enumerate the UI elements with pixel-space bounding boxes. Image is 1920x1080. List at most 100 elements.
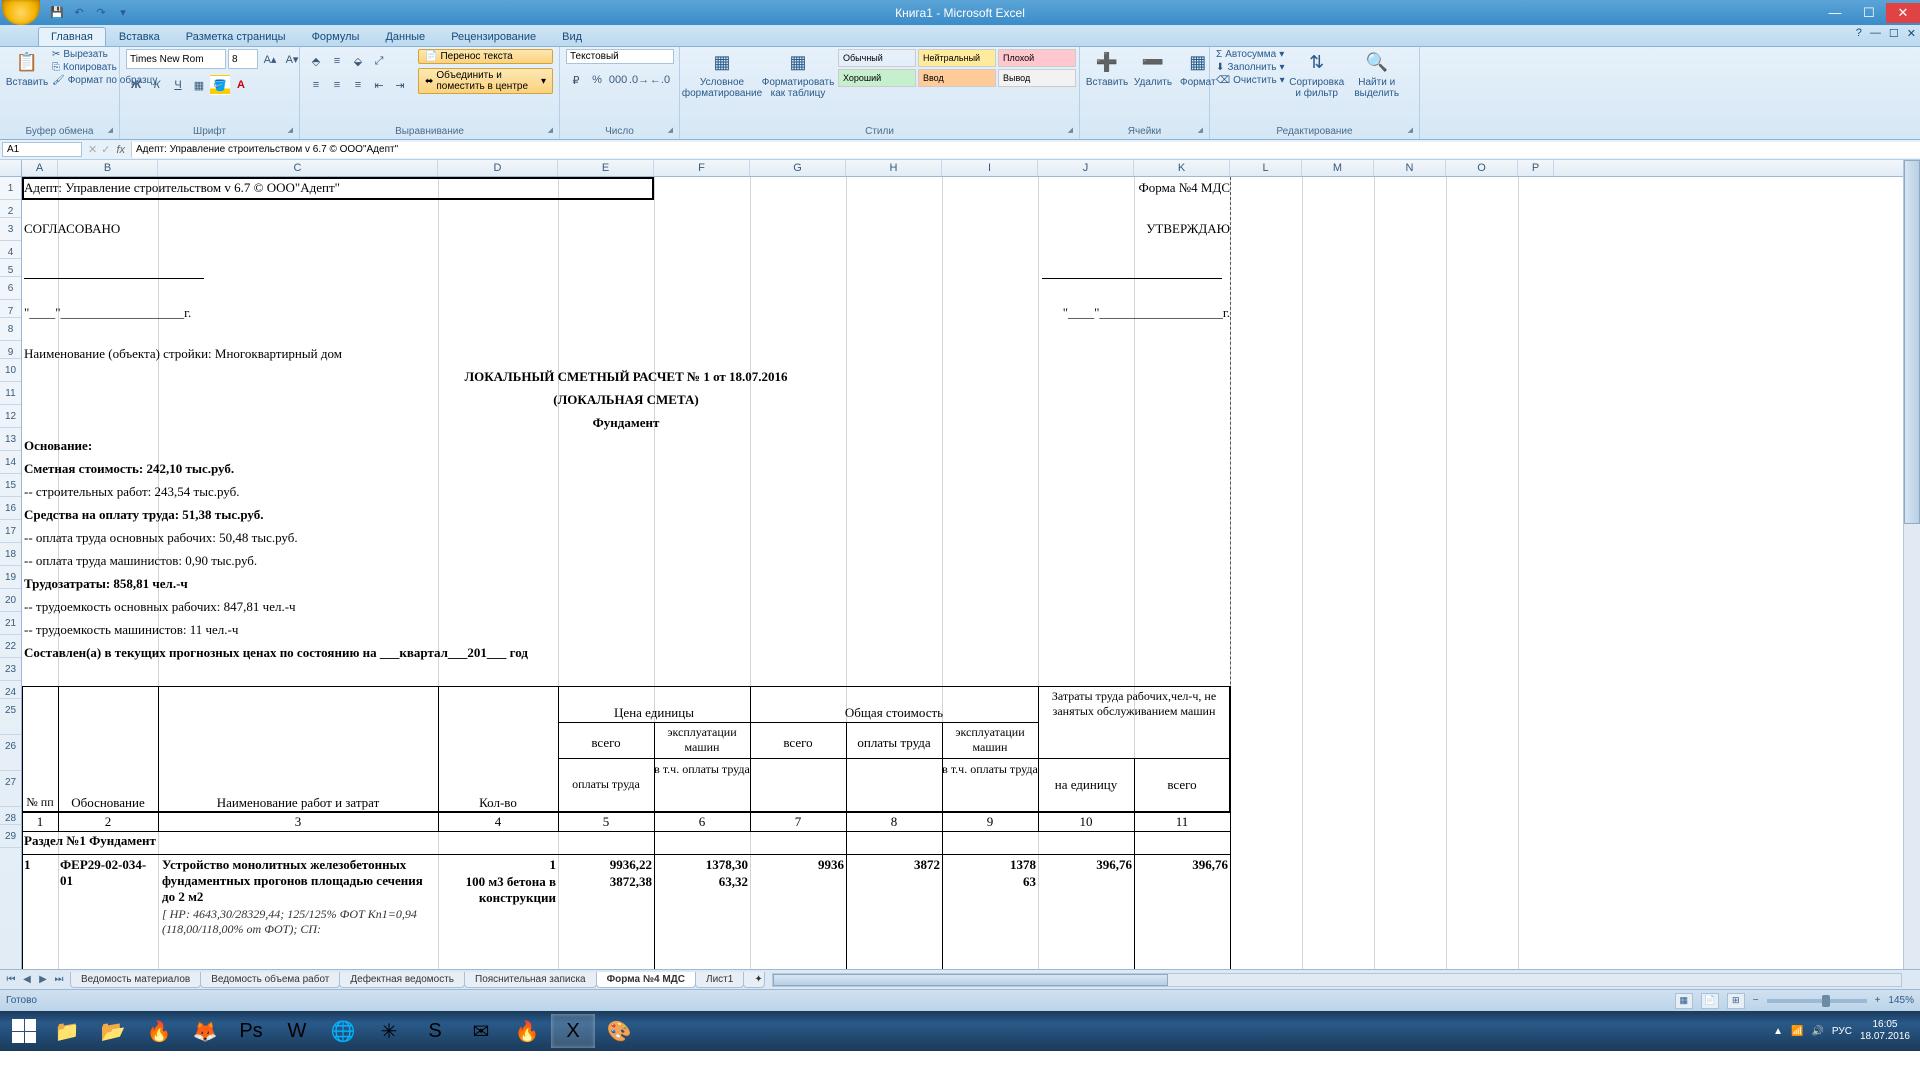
border-button[interactable]: ▦ — [189, 75, 209, 95]
row-1[interactable]: 1 — [0, 177, 21, 200]
percent-icon[interactable]: % — [587, 70, 607, 90]
clear-button[interactable]: ⌫ Очистить ▾ — [1216, 75, 1285, 86]
align-right-icon[interactable]: ≡ — [348, 75, 368, 95]
tab-home[interactable]: Главная — [38, 27, 106, 46]
tray-volume-icon[interactable]: 🔊 — [1811, 1026, 1823, 1037]
zoom-thumb[interactable] — [1822, 995, 1830, 1007]
row-8[interactable]: 8 — [0, 318, 21, 341]
taskbar-word[interactable]: W — [275, 1014, 319, 1048]
row-26[interactable]: 26 — [0, 735, 21, 771]
row-15[interactable]: 15 — [0, 474, 21, 497]
cell-styles-gallery[interactable]: Обычный Нейтральный Плохой Хороший Ввод … — [838, 49, 1076, 87]
zoom-level[interactable]: 145% — [1888, 995, 1914, 1006]
cancel-formula-icon[interactable]: ✕ — [88, 143, 97, 156]
number-format-combo[interactable] — [566, 49, 674, 64]
name-box[interactable] — [2, 142, 82, 157]
tray-lang[interactable]: РУС — [1832, 1026, 1852, 1037]
row-6[interactable]: 6 — [0, 277, 21, 300]
formula-bar[interactable] — [131, 142, 1920, 158]
bold-button[interactable]: Ж — [126, 75, 146, 95]
horizontal-scrollbar[interactable] — [772, 973, 1902, 987]
normal-view-icon[interactable]: ▦ — [1675, 993, 1693, 1009]
tab-review[interactable]: Рецензирование — [438, 27, 549, 46]
currency-icon[interactable]: ₽ — [566, 70, 586, 90]
col-N[interactable]: N — [1374, 160, 1446, 176]
col-F[interactable]: F — [654, 160, 750, 176]
tab-view[interactable]: Вид — [549, 27, 595, 46]
help-icon[interactable]: ? — [1856, 27, 1862, 40]
fill-color-button[interactable]: 🪣 — [210, 75, 230, 95]
col-E[interactable]: E — [558, 160, 654, 176]
tab-formulas[interactable]: Формулы — [299, 27, 373, 46]
row-12[interactable]: 12 — [0, 405, 21, 428]
maximize-button[interactable]: ☐ — [1852, 3, 1886, 23]
tab-insert[interactable]: Вставка — [106, 27, 173, 46]
col-B[interactable]: B — [58, 160, 158, 176]
sheet-nav-prev-icon[interactable]: ◀ — [20, 974, 34, 985]
row-11[interactable]: 11 — [0, 382, 21, 405]
hscroll-thumb[interactable] — [773, 974, 1168, 986]
align-bottom-icon[interactable]: ⬙ — [348, 51, 368, 71]
underline-button[interactable]: Ч — [168, 75, 188, 95]
row-24[interactable]: 24 — [0, 681, 21, 699]
new-sheet-button[interactable]: ✦ — [743, 972, 765, 988]
merge-center-button[interactable]: ⬌ Объединить и поместить в центре ▾ — [418, 68, 553, 94]
row-18[interactable]: 18 — [0, 543, 21, 566]
taskbar-app-11[interactable]: 🔥 — [505, 1014, 549, 1048]
doc-close-icon[interactable]: ✕ — [1907, 27, 1916, 40]
fx-icon[interactable]: fx — [116, 144, 125, 156]
row-16[interactable]: 16 — [0, 497, 21, 520]
format-as-table-button[interactable]: ▦ Форматировать как таблицу — [762, 49, 834, 101]
undo-icon[interactable]: ↶ — [70, 4, 88, 22]
accept-formula-icon[interactable]: ✓ — [101, 143, 110, 156]
taskbar-app-8[interactable]: ✳ — [367, 1014, 411, 1048]
minimize-button[interactable]: — — [1818, 3, 1852, 23]
page-layout-view-icon[interactable]: 📄 — [1701, 993, 1719, 1009]
row-14[interactable]: 14 — [0, 451, 21, 474]
cells-area[interactable]: Адепт: Управление строительством v 6.7 ©… — [22, 177, 1920, 969]
ribbon-minimize-icon[interactable]: — — [1870, 27, 1881, 40]
italic-button[interactable]: К — [147, 75, 167, 95]
col-O[interactable]: O — [1446, 160, 1518, 176]
office-button[interactable] — [2, 0, 40, 25]
col-L[interactable]: L — [1230, 160, 1302, 176]
taskbar-firefox[interactable]: 🦊 — [183, 1014, 227, 1048]
spreadsheet-grid[interactable]: 1 2 3 4 5 6 7 8 9 10 11 12 13 14 15 16 1… — [0, 177, 1920, 969]
col-G[interactable]: G — [750, 160, 846, 176]
wrap-text-button[interactable]: 📄 Перенос текста — [418, 49, 553, 64]
redo-icon[interactable]: ↷ — [92, 4, 110, 22]
close-button[interactable]: ✕ — [1886, 3, 1920, 23]
find-select-button[interactable]: 🔍Найти и выделить — [1349, 49, 1405, 101]
col-A[interactable]: A — [22, 160, 58, 176]
page-break-view-icon[interactable]: ⊞ — [1727, 993, 1745, 1009]
sheet-tab-3[interactable]: Пояснительная записка — [464, 972, 597, 988]
zoom-out-icon[interactable]: − — [1753, 995, 1759, 1006]
vscroll-thumb[interactable] — [1904, 160, 1920, 524]
sheet-tab-5[interactable]: Лист1 — [695, 972, 744, 988]
sheet-tab-0[interactable]: Ведомость материалов — [70, 972, 201, 988]
delete-cells-button[interactable]: ➖Удалить — [1132, 49, 1174, 90]
sort-filter-button[interactable]: ⇅Сортировка и фильтр — [1289, 49, 1345, 101]
row-22[interactable]: 22 — [0, 635, 21, 658]
qat-dropdown-icon[interactable]: ▾ — [114, 4, 132, 22]
row-5[interactable]: 5 — [0, 259, 21, 277]
autosum-button[interactable]: Σ Автосумма ▾ — [1216, 49, 1285, 60]
taskbar-app-3[interactable]: 🔥 — [137, 1014, 181, 1048]
paste-button[interactable]: 📋 Вставить — [6, 49, 48, 90]
vertical-scrollbar[interactable] — [1903, 160, 1920, 969]
taskbar-chrome[interactable]: 🌐 — [321, 1014, 365, 1048]
font-color-button[interactable]: A — [231, 75, 251, 95]
decrease-decimal-icon[interactable]: ←.0 — [650, 70, 670, 90]
row-27[interactable]: 27 — [0, 771, 21, 807]
style-bad[interactable]: Плохой — [998, 49, 1076, 67]
tab-page-layout[interactable]: Разметка страницы — [173, 27, 299, 46]
style-neutral[interactable]: Нейтральный — [918, 49, 996, 67]
sheet-tab-1[interactable]: Ведомость объема работ — [200, 972, 340, 988]
tray-network-icon[interactable]: 📶 — [1791, 1026, 1803, 1037]
increase-decimal-icon[interactable]: .0→ — [629, 70, 649, 90]
conditional-formatting-button[interactable]: ▦ Условное форматирование — [686, 49, 758, 101]
sheet-tab-4[interactable]: Форма №4 МДС — [596, 972, 696, 988]
sheet-nav-last-icon[interactable]: ⏭ — [52, 974, 66, 985]
sheet-nav-next-icon[interactable]: ▶ — [36, 974, 50, 985]
col-J[interactable]: J — [1038, 160, 1134, 176]
